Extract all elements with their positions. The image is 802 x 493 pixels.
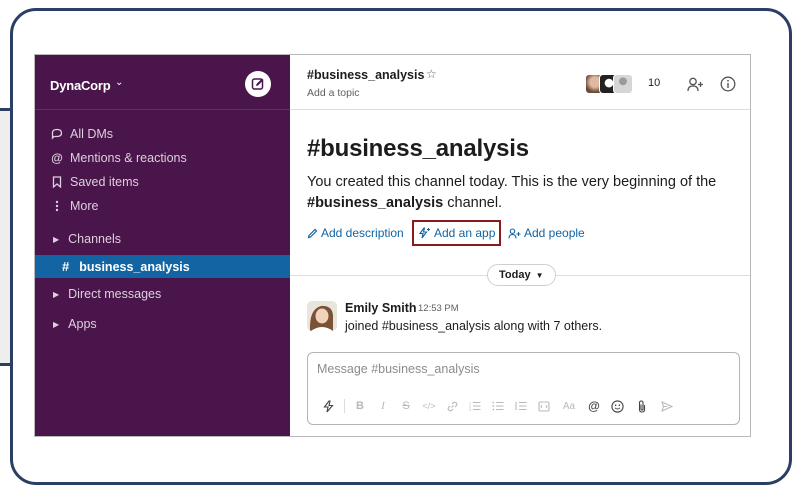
code-icon[interactable]: </>: [419, 396, 439, 416]
italic-icon[interactable]: I: [373, 396, 393, 416]
sidebar-item-business-analysis[interactable]: # business_analysis: [35, 255, 290, 278]
add-people-button[interactable]: Add people: [508, 220, 585, 246]
strikethrough-icon[interactable]: S: [396, 396, 416, 416]
sidebar-section-direct-messages[interactable]: ▶ Direct messages: [35, 283, 290, 305]
intro-text-part: You created this channel today. This is …: [307, 174, 717, 190]
all-dms-icon: [50, 128, 64, 140]
compose-button[interactable]: [245, 71, 271, 97]
link-icon[interactable]: [442, 396, 462, 416]
section-label: Apps: [68, 317, 97, 331]
ordered-list-icon[interactable]: 123: [465, 396, 485, 416]
channel-intro-text: You created this channel today. This is …: [307, 172, 747, 214]
bold-icon[interactable]: B: [350, 396, 370, 416]
add-topic-link[interactable]: Add a topic: [307, 87, 360, 99]
sidebar-item-more[interactable]: More: [35, 195, 290, 217]
add-person-icon: [508, 227, 521, 239]
hash-icon: #: [62, 259, 70, 274]
caret-right-icon: ▶: [53, 234, 60, 244]
sidebar-item-label: More: [70, 199, 99, 213]
channel-label: business_analysis: [79, 259, 190, 274]
slack-window: DynaCorp ⌄ All DMs @ Mentions & reaction…: [34, 54, 751, 437]
sidebar-item-label: Mentions & reactions: [70, 151, 187, 165]
star-icon[interactable]: ☆: [426, 67, 437, 81]
channel-intro-title: #business_analysis: [307, 135, 529, 162]
avatar: [613, 74, 633, 94]
compose-icon: [251, 78, 264, 90]
bookmark-icon: [50, 176, 64, 188]
chevron-down-icon[interactable]: ⌄: [115, 77, 123, 88]
add-member-icon[interactable]: [685, 74, 705, 94]
send-icon[interactable]: [657, 396, 677, 416]
text-format-icon[interactable]: Aa: [559, 396, 579, 416]
channel-name[interactable]: #business_analysis: [307, 68, 424, 82]
channel-view: #business_analysis ☆ Add a topic 10 #bus…: [290, 55, 750, 436]
sidebar: DynaCorp ⌄ All DMs @ Mentions & reaction…: [35, 55, 290, 436]
add-description-button[interactable]: Add description: [307, 220, 404, 246]
shortcuts-icon[interactable]: [318, 396, 338, 416]
intro-text-channel: #business_analysis: [307, 195, 444, 211]
add-app-button[interactable]: Add an app: [412, 220, 502, 246]
caret-right-icon: ▶: [53, 319, 60, 329]
chevron-down-icon: ▼: [535, 270, 544, 280]
workspace-name[interactable]: DynaCorp: [50, 78, 111, 93]
sidebar-section-apps[interactable]: ▶ Apps: [35, 313, 290, 335]
bulleted-list-icon[interactable]: [488, 396, 508, 416]
section-label: Direct messages: [68, 287, 162, 301]
avatar[interactable]: [307, 301, 337, 331]
composer-toolbar: B I S </> 123 Aa @: [314, 396, 733, 416]
message-composer: B I S </> 123 Aa: [307, 352, 740, 425]
info-icon[interactable]: [718, 74, 738, 94]
attachment-icon[interactable]: [632, 396, 652, 416]
more-vertical-icon: [50, 200, 64, 212]
code-block-icon[interactable]: [534, 396, 554, 416]
sidebar-item-all-dms[interactable]: All DMs: [35, 123, 290, 145]
pencil-icon: [307, 228, 318, 239]
channel-header: #business_analysis ☆ Add a topic 10: [290, 55, 750, 110]
intro-text-part: channel.: [443, 195, 503, 211]
toolbar-divider: [344, 399, 345, 413]
action-label: Add people: [524, 226, 585, 240]
section-label: Channels: [68, 232, 121, 246]
sidebar-item-saved[interactable]: Saved items: [35, 171, 290, 193]
mention-icon[interactable]: @: [584, 396, 604, 416]
sidebar-section-channels[interactable]: ▶ Channels: [35, 228, 290, 250]
at-icon: @: [51, 151, 63, 165]
member-count[interactable]: 10: [648, 77, 660, 89]
message-text: joined #business_analysis along with 7 o…: [345, 319, 603, 333]
emoji-icon[interactable]: [607, 396, 627, 416]
action-label: Add an app: [434, 226, 496, 240]
message-author[interactable]: Emily Smith: [345, 301, 417, 315]
sidebar-item-label: Saved items: [70, 175, 139, 189]
date-label: Today: [499, 269, 531, 281]
message-timestamp[interactable]: 12:53 PM: [418, 303, 459, 314]
member-avatars[interactable]: [585, 74, 633, 94]
caret-right-icon: ▶: [53, 289, 60, 299]
date-divider-button[interactable]: Today ▼: [487, 264, 556, 286]
sidebar-item-label: All DMs: [70, 127, 114, 141]
sidebar-item-mentions[interactable]: @ Mentions & reactions: [35, 147, 290, 169]
message-input[interactable]: [317, 362, 717, 376]
workspace-header: DynaCorp ⌄: [35, 55, 290, 110]
svg-text:3: 3: [469, 408, 471, 411]
lightning-plus-icon: [418, 227, 431, 239]
blockquote-icon[interactable]: [511, 396, 531, 416]
action-label: Add description: [321, 226, 404, 240]
